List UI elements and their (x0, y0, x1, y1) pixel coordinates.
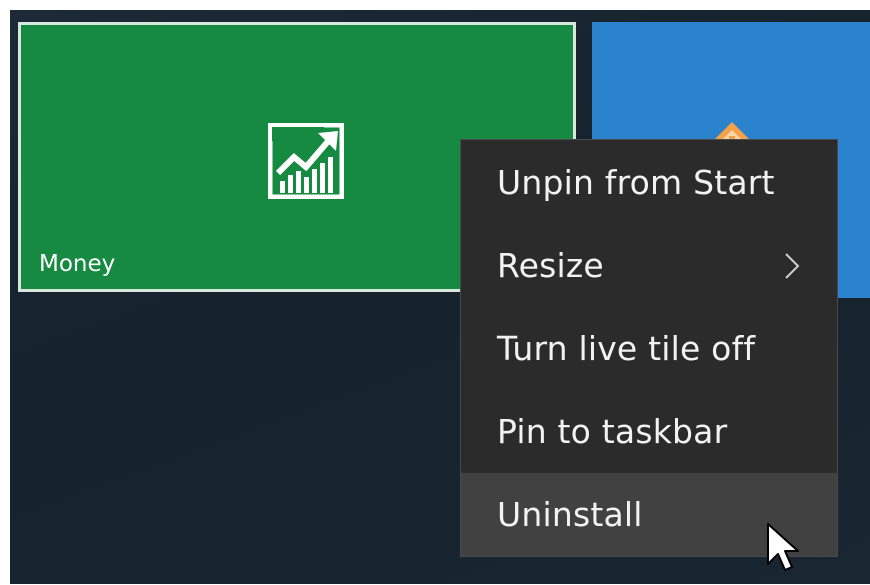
chevron-right-icon (785, 253, 800, 279)
menu-item-unpin-from-start[interactable]: Unpin from Start (461, 140, 837, 224)
menu-item-label: Unpin from Start (497, 162, 775, 202)
menu-item-label: Uninstall (497, 495, 643, 534)
menu-item-label: Pin to taskbar (497, 412, 728, 451)
screenshot-frame: Money Unpin from Start Resize Turn live … (0, 0, 870, 585)
mouse-pointer-icon (767, 523, 799, 571)
menu-item-resize[interactable]: Resize (461, 224, 837, 307)
chart-growth-icon (268, 123, 344, 199)
tile-context-menu: Unpin from Start Resize Turn live tile o… (460, 139, 838, 557)
menu-item-label: Resize (497, 246, 604, 285)
menu-item-turn-live-tile-off[interactable]: Turn live tile off (461, 307, 837, 390)
menu-item-label: Turn live tile off (497, 329, 756, 368)
menu-item-pin-to-taskbar[interactable]: Pin to taskbar (461, 390, 837, 473)
tile-money-label: Money (39, 251, 116, 277)
